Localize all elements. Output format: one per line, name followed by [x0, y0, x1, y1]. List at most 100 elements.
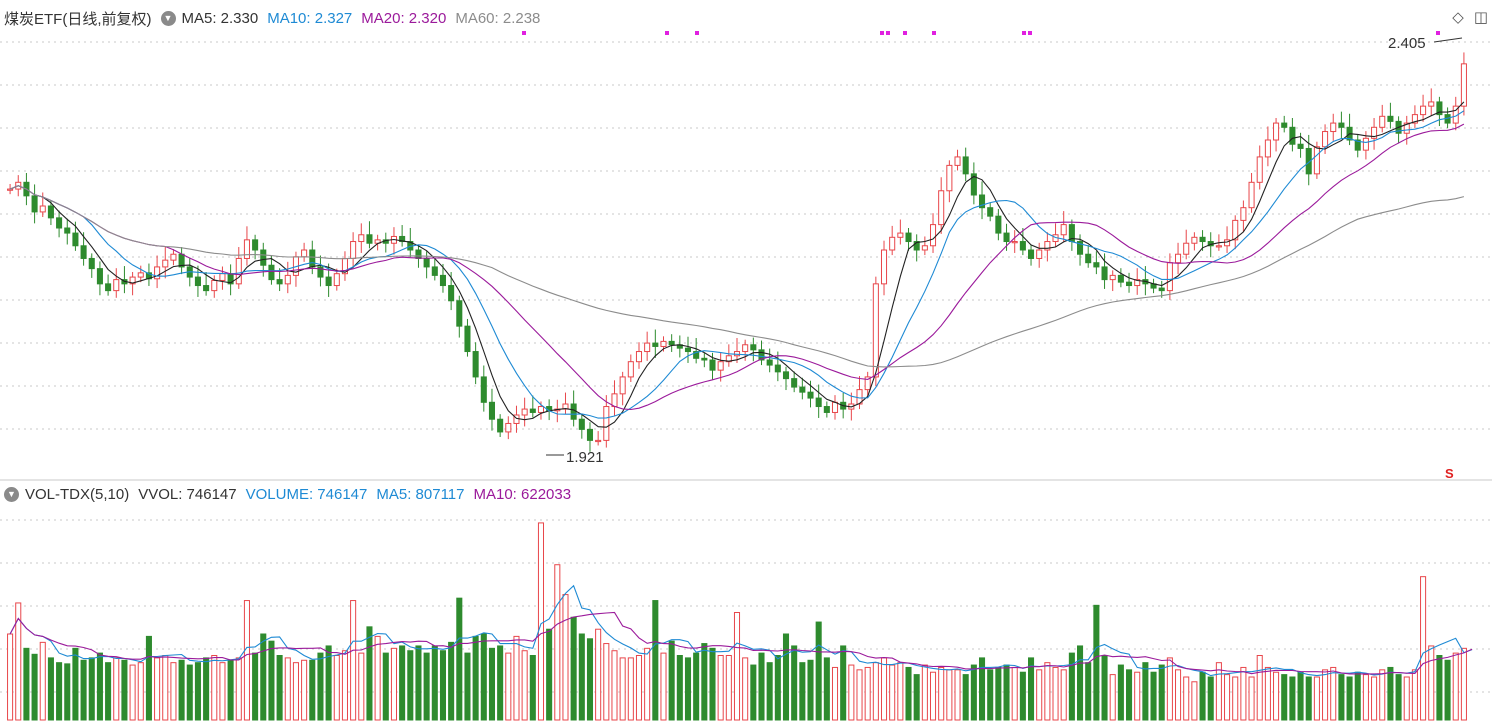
- chart-canvas[interactable]: 2.405 1.921 S: [0, 0, 1492, 722]
- volume-bar: [709, 647, 716, 721]
- volume-bar: [374, 635, 381, 721]
- candle-body: [1093, 262, 1100, 268]
- volume-bar: [1281, 674, 1288, 721]
- volume-bar: [578, 633, 585, 721]
- candle-body: [1460, 63, 1467, 107]
- candle-body: [921, 245, 928, 251]
- volume-bar: [546, 628, 553, 721]
- volume-bar: [358, 652, 365, 721]
- min-price-label: 1.921: [566, 449, 604, 466]
- volume-bar: [864, 666, 871, 721]
- candle-body: [1362, 137, 1369, 151]
- candle-body: [448, 285, 455, 302]
- volume-bar: [644, 647, 651, 721]
- candle-body: [203, 285, 210, 292]
- volume-bar: [1297, 671, 1304, 721]
- volume-bar: [456, 597, 463, 721]
- candle-body: [872, 283, 879, 378]
- candle-body: [1281, 122, 1288, 128]
- volume-bar: [178, 659, 185, 721]
- candle-body: [1428, 101, 1435, 107]
- candle-body: [497, 418, 504, 433]
- candle-body: [137, 272, 144, 278]
- candle-body: [1379, 115, 1386, 128]
- candle-body: [47, 205, 54, 219]
- candle-body: [586, 428, 594, 441]
- candle-body: [333, 273, 340, 287]
- candle-body: [1387, 115, 1394, 122]
- volume-bar: [521, 650, 528, 721]
- volume-bar: [1273, 671, 1280, 721]
- volume-bar: [366, 626, 373, 721]
- signal-marker: [1022, 31, 1026, 35]
- candle-body: [105, 283, 112, 292]
- price-grid: [0, 41, 1492, 430]
- volume-bar: [921, 664, 928, 721]
- candle-body: [80, 245, 87, 259]
- volume-bar: [1387, 666, 1394, 721]
- volume-bar: [1313, 676, 1320, 721]
- volume-bar: [382, 652, 389, 721]
- volume-bar: [439, 650, 446, 721]
- volume-bar: [1354, 671, 1361, 721]
- signal-marker: [903, 31, 907, 35]
- volume-bar: [96, 652, 103, 721]
- candle-body: [1126, 281, 1133, 287]
- candle-body: [897, 232, 904, 238]
- candle-body: [480, 376, 487, 403]
- volume-bar: [505, 652, 512, 721]
- ma5-line: [9, 101, 1465, 428]
- volume-bar: [1052, 666, 1059, 721]
- candle-body: [905, 232, 912, 243]
- volume-bar: [1060, 669, 1067, 721]
- candle-body: [595, 439, 602, 443]
- candle-body: [194, 276, 201, 287]
- signal-marker: [1436, 31, 1440, 35]
- volume-bar: [464, 652, 471, 721]
- candle-body: [211, 279, 218, 292]
- volume-bar: [1379, 669, 1386, 721]
- volume-bar: [872, 662, 879, 721]
- candle-body: [488, 401, 496, 420]
- candle-body: [170, 253, 177, 261]
- candle-body: [72, 232, 79, 247]
- volume-bar: [1289, 676, 1296, 721]
- volume-bar: [1395, 674, 1402, 721]
- candle-body: [1101, 266, 1108, 281]
- volume-bar: [154, 657, 161, 721]
- volume-bar: [1134, 671, 1141, 721]
- candle-body: [268, 264, 275, 281]
- volume-bar: [693, 652, 700, 721]
- volume-bar: [766, 662, 773, 721]
- candle-body: [529, 408, 536, 413]
- volume-bar: [235, 657, 242, 721]
- volume-bar: [1077, 645, 1084, 721]
- volume-bar: [586, 638, 594, 721]
- volume-bar: [701, 643, 708, 721]
- candle-body: [56, 217, 63, 229]
- volume-bar: [905, 666, 912, 721]
- volume-bar: [1338, 674, 1345, 721]
- volume-bar: [1322, 669, 1329, 721]
- ma20-line: [9, 123, 1465, 411]
- candle-body: [938, 190, 945, 226]
- candle-body: [578, 418, 585, 430]
- volume-bar: [448, 641, 455, 721]
- candle-body: [415, 249, 422, 259]
- candle-body: [660, 340, 667, 347]
- candle-body: [1338, 122, 1345, 128]
- candle-body: [1175, 253, 1182, 264]
- candle-body: [439, 274, 446, 287]
- volume-bar: [186, 664, 193, 721]
- candle-body: [1420, 105, 1427, 116]
- volume-bar: [113, 657, 120, 721]
- volume-bar: [1371, 676, 1378, 721]
- candle-body: [889, 236, 896, 251]
- volume-bar: [660, 652, 667, 721]
- candle-body: [709, 359, 716, 371]
- volume-bar: [1411, 669, 1418, 721]
- volume-bar: [399, 645, 406, 721]
- candle-body: [831, 401, 839, 413]
- volume-bar: [1224, 674, 1231, 721]
- signal-marker: [695, 31, 699, 35]
